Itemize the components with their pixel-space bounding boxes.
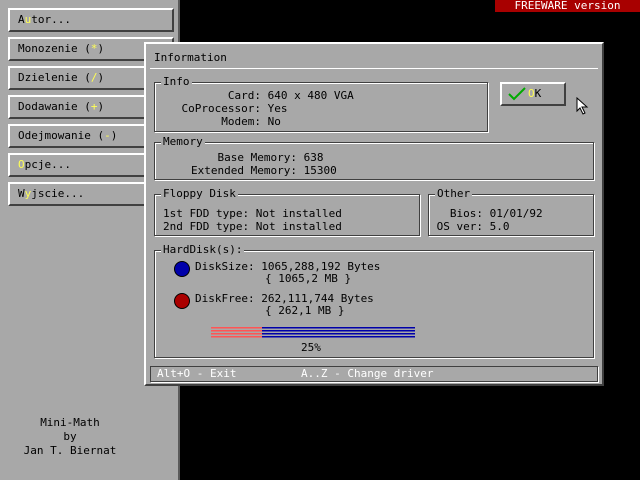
ok-label: K bbox=[534, 87, 542, 100]
base-memory-value: 638 bbox=[303, 151, 324, 164]
fdd1-key: 1st FDD type: bbox=[163, 207, 250, 220]
status-bar: Alt+O - Exit A..Z - Change driver bbox=[150, 366, 598, 382]
memory-group-label: Memory bbox=[161, 135, 205, 149]
freeware-badge: FREEWARE version bbox=[495, 0, 640, 12]
app-credits: Mini-Math by Jan T. Biernat bbox=[10, 416, 130, 458]
hotkey-letter: O bbox=[528, 87, 535, 100]
author-name: Jan T. Biernat bbox=[23, 444, 117, 457]
extended-memory-key: Extended Memory: bbox=[191, 164, 297, 177]
base-memory-key: Base Memory: bbox=[217, 151, 297, 164]
memory-group: Memory Base Memory: 638 Extended Memory:… bbox=[154, 135, 594, 180]
hotkey-letter: - bbox=[104, 129, 111, 142]
fdd1-value: Not installed bbox=[255, 207, 342, 220]
coprocessor-key: CoProcessor: bbox=[181, 102, 261, 115]
os-version-value: 5.0 bbox=[489, 220, 510, 233]
other-group: Other Bios: 01/01/92 OS ver: 5.0 bbox=[428, 187, 594, 236]
checkmark-icon bbox=[508, 87, 526, 101]
info-group: Info Card: 640 x 480 VGA CoProcessor: Ye… bbox=[154, 75, 488, 132]
harddisk-group: HardDisk(s): DiskSize: 1065,288,192 Byte… bbox=[154, 243, 594, 358]
floppy-group: Floppy Disk 1st FDD type: Not installed … bbox=[154, 187, 420, 236]
ok-button[interactable]: OK bbox=[500, 82, 566, 106]
credits-by: by bbox=[63, 430, 77, 443]
status-driver-hint: A..Z - Change driver bbox=[301, 367, 434, 380]
usage-bar-used-segment bbox=[262, 327, 415, 338]
card-value: 640 x 480 VGA bbox=[267, 89, 354, 102]
menu-item-autor[interactable]: Autor... bbox=[8, 8, 174, 32]
disk-size-mb: { 1065,2 MB } bbox=[265, 272, 352, 285]
mouse-pointer-icon bbox=[576, 97, 589, 115]
other-group-label: Other bbox=[435, 187, 473, 201]
app-name: Mini-Math bbox=[40, 416, 100, 429]
coprocessor-value: Yes bbox=[267, 102, 288, 115]
fdd2-key: 2nd FDD type: bbox=[163, 220, 250, 233]
usage-bar-free-segment bbox=[211, 327, 262, 338]
dialog-title: Information bbox=[150, 48, 598, 69]
status-exit-hint: Alt+O - Exit bbox=[157, 367, 237, 380]
os-version-key: OS ver: bbox=[436, 220, 483, 233]
modem-value: No bbox=[267, 115, 281, 128]
usage-percent-label: 25% bbox=[301, 341, 321, 354]
info-group-label: Info bbox=[161, 75, 192, 89]
extended-memory-value: 15300 bbox=[303, 164, 337, 177]
card-key: Card: bbox=[227, 89, 261, 102]
disk-free-dot-icon bbox=[174, 293, 190, 309]
disk-size-dot-icon bbox=[174, 261, 190, 277]
floppy-group-label: Floppy Disk bbox=[161, 187, 238, 201]
fdd2-value: Not installed bbox=[255, 220, 342, 233]
bios-value: 01/01/92 bbox=[489, 207, 543, 220]
hotkey-letter: O bbox=[18, 158, 25, 171]
harddisk-group-label: HardDisk(s): bbox=[161, 243, 245, 257]
disk-usage-bar bbox=[211, 327, 415, 338]
bios-key: Bios: bbox=[449, 207, 483, 220]
information-dialog: Information Info Card: 640 x 480 VGA CoP… bbox=[144, 42, 604, 386]
disk-free-mb: { 262,1 MB } bbox=[265, 304, 345, 317]
modem-key: Modem: bbox=[221, 115, 261, 128]
